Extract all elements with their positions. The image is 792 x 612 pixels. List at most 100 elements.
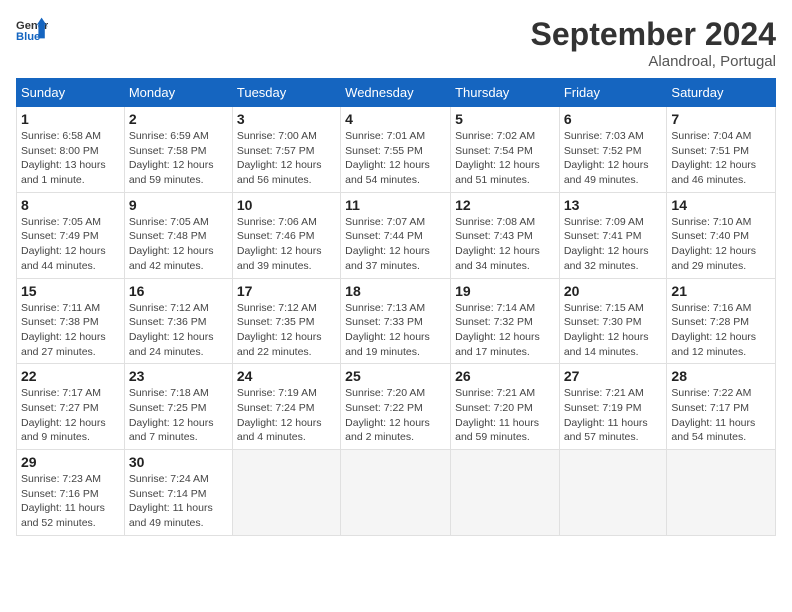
calendar-cell (667, 450, 776, 536)
day-info: Sunrise: 7:02 AM Sunset: 7:54 PM Dayligh… (455, 129, 555, 188)
calendar-cell: 21 Sunrise: 7:16 AM Sunset: 7:28 PM Dayl… (667, 278, 776, 364)
day-info: Sunrise: 7:03 AM Sunset: 7:52 PM Dayligh… (564, 129, 663, 188)
day-number: 6 (564, 111, 663, 127)
svg-text:Blue: Blue (16, 31, 40, 43)
calendar-cell: 5 Sunrise: 7:02 AM Sunset: 7:54 PM Dayli… (451, 107, 560, 193)
day-info: Sunrise: 7:00 AM Sunset: 7:57 PM Dayligh… (237, 129, 336, 188)
calendar-cell: 4 Sunrise: 7:01 AM Sunset: 7:55 PM Dayli… (341, 107, 451, 193)
day-number: 21 (671, 283, 771, 299)
day-info: Sunrise: 7:08 AM Sunset: 7:43 PM Dayligh… (455, 215, 555, 274)
day-number: 13 (564, 197, 663, 213)
col-thursday: Thursday (451, 79, 560, 107)
calendar-cell: 20 Sunrise: 7:15 AM Sunset: 7:30 PM Dayl… (559, 278, 667, 364)
calendar-week-row: 22 Sunrise: 7:17 AM Sunset: 7:27 PM Dayl… (17, 364, 776, 450)
day-info: Sunrise: 7:11 AM Sunset: 7:38 PM Dayligh… (21, 301, 120, 360)
day-info: Sunrise: 6:58 AM Sunset: 8:00 PM Dayligh… (21, 129, 120, 188)
calendar-cell (451, 450, 560, 536)
day-number: 30 (129, 454, 228, 470)
calendar-cell: 12 Sunrise: 7:08 AM Sunset: 7:43 PM Dayl… (451, 192, 560, 278)
day-info: Sunrise: 7:12 AM Sunset: 7:36 PM Dayligh… (129, 301, 228, 360)
day-info: Sunrise: 7:18 AM Sunset: 7:25 PM Dayligh… (129, 386, 228, 445)
calendar-cell: 14 Sunrise: 7:10 AM Sunset: 7:40 PM Dayl… (667, 192, 776, 278)
calendar-cell: 13 Sunrise: 7:09 AM Sunset: 7:41 PM Dayl… (559, 192, 667, 278)
calendar-cell: 19 Sunrise: 7:14 AM Sunset: 7:32 PM Dayl… (451, 278, 560, 364)
day-number: 29 (21, 454, 120, 470)
day-number: 27 (564, 368, 663, 384)
calendar-cell: 11 Sunrise: 7:07 AM Sunset: 7:44 PM Dayl… (341, 192, 451, 278)
calendar-cell: 22 Sunrise: 7:17 AM Sunset: 7:27 PM Dayl… (17, 364, 125, 450)
col-tuesday: Tuesday (232, 79, 340, 107)
calendar-cell: 29 Sunrise: 7:23 AM Sunset: 7:16 PM Dayl… (17, 450, 125, 536)
day-info: Sunrise: 7:12 AM Sunset: 7:35 PM Dayligh… (237, 301, 336, 360)
day-number: 19 (455, 283, 555, 299)
calendar-week-row: 29 Sunrise: 7:23 AM Sunset: 7:16 PM Dayl… (17, 450, 776, 536)
day-info: Sunrise: 7:17 AM Sunset: 7:27 PM Dayligh… (21, 386, 120, 445)
day-number: 2 (129, 111, 228, 127)
col-monday: Monday (124, 79, 232, 107)
calendar-cell: 26 Sunrise: 7:21 AM Sunset: 7:20 PM Dayl… (451, 364, 560, 450)
day-info: Sunrise: 7:14 AM Sunset: 7:32 PM Dayligh… (455, 301, 555, 360)
calendar-week-row: 15 Sunrise: 7:11 AM Sunset: 7:38 PM Dayl… (17, 278, 776, 364)
day-info: Sunrise: 7:15 AM Sunset: 7:30 PM Dayligh… (564, 301, 663, 360)
calendar-cell (232, 450, 340, 536)
calendar-cell: 1 Sunrise: 6:58 AM Sunset: 8:00 PM Dayli… (17, 107, 125, 193)
calendar-cell: 3 Sunrise: 7:00 AM Sunset: 7:57 PM Dayli… (232, 107, 340, 193)
day-info: Sunrise: 7:21 AM Sunset: 7:20 PM Dayligh… (455, 386, 555, 445)
day-number: 22 (21, 368, 120, 384)
day-info: Sunrise: 7:16 AM Sunset: 7:28 PM Dayligh… (671, 301, 771, 360)
day-number: 5 (455, 111, 555, 127)
day-number: 25 (345, 368, 446, 384)
day-number: 7 (671, 111, 771, 127)
page-header: General Blue September 2024 Alandroal, P… (16, 16, 776, 70)
day-number: 16 (129, 283, 228, 299)
day-info: Sunrise: 7:04 AM Sunset: 7:51 PM Dayligh… (671, 129, 771, 188)
day-number: 9 (129, 197, 228, 213)
day-info: Sunrise: 7:06 AM Sunset: 7:46 PM Dayligh… (237, 215, 336, 274)
day-info: Sunrise: 7:19 AM Sunset: 7:24 PM Dayligh… (237, 386, 336, 445)
calendar-cell: 27 Sunrise: 7:21 AM Sunset: 7:19 PM Dayl… (559, 364, 667, 450)
calendar-cell: 17 Sunrise: 7:12 AM Sunset: 7:35 PM Dayl… (232, 278, 340, 364)
calendar-cell (559, 450, 667, 536)
day-info: Sunrise: 7:23 AM Sunset: 7:16 PM Dayligh… (21, 472, 120, 531)
title-section: September 2024 Alandroal, Portugal (531, 16, 776, 70)
day-number: 18 (345, 283, 446, 299)
day-info: Sunrise: 7:05 AM Sunset: 7:48 PM Dayligh… (129, 215, 228, 274)
day-info: Sunrise: 7:05 AM Sunset: 7:49 PM Dayligh… (21, 215, 120, 274)
day-number: 3 (237, 111, 336, 127)
calendar-cell: 16 Sunrise: 7:12 AM Sunset: 7:36 PM Dayl… (124, 278, 232, 364)
day-info: Sunrise: 7:13 AM Sunset: 7:33 PM Dayligh… (345, 301, 446, 360)
day-number: 1 (21, 111, 120, 127)
month-title: September 2024 (531, 16, 776, 53)
calendar-week-row: 1 Sunrise: 6:58 AM Sunset: 8:00 PM Dayli… (17, 107, 776, 193)
day-number: 11 (345, 197, 446, 213)
col-friday: Friday (559, 79, 667, 107)
calendar-cell: 30 Sunrise: 7:24 AM Sunset: 7:14 PM Dayl… (124, 450, 232, 536)
day-info: Sunrise: 7:10 AM Sunset: 7:40 PM Dayligh… (671, 215, 771, 274)
day-info: Sunrise: 7:07 AM Sunset: 7:44 PM Dayligh… (345, 215, 446, 274)
day-info: Sunrise: 7:21 AM Sunset: 7:19 PM Dayligh… (564, 386, 663, 445)
day-number: 24 (237, 368, 336, 384)
day-number: 20 (564, 283, 663, 299)
day-number: 28 (671, 368, 771, 384)
day-number: 17 (237, 283, 336, 299)
calendar-cell (341, 450, 451, 536)
day-info: Sunrise: 6:59 AM Sunset: 7:58 PM Dayligh… (129, 129, 228, 188)
day-number: 14 (671, 197, 771, 213)
day-info: Sunrise: 7:24 AM Sunset: 7:14 PM Dayligh… (129, 472, 228, 531)
day-number: 26 (455, 368, 555, 384)
col-saturday: Saturday (667, 79, 776, 107)
day-number: 4 (345, 111, 446, 127)
location: Alandroal, Portugal (531, 53, 776, 70)
calendar-cell: 10 Sunrise: 7:06 AM Sunset: 7:46 PM Dayl… (232, 192, 340, 278)
day-info: Sunrise: 7:01 AM Sunset: 7:55 PM Dayligh… (345, 129, 446, 188)
logo-icon: General Blue (16, 16, 48, 44)
day-number: 8 (21, 197, 120, 213)
day-info: Sunrise: 7:09 AM Sunset: 7:41 PM Dayligh… (564, 215, 663, 274)
day-info: Sunrise: 7:22 AM Sunset: 7:17 PM Dayligh… (671, 386, 771, 445)
calendar-cell: 8 Sunrise: 7:05 AM Sunset: 7:49 PM Dayli… (17, 192, 125, 278)
calendar-table: Sunday Monday Tuesday Wednesday Thursday… (16, 78, 776, 536)
calendar-cell: 15 Sunrise: 7:11 AM Sunset: 7:38 PM Dayl… (17, 278, 125, 364)
calendar-cell: 9 Sunrise: 7:05 AM Sunset: 7:48 PM Dayli… (124, 192, 232, 278)
day-info: Sunrise: 7:20 AM Sunset: 7:22 PM Dayligh… (345, 386, 446, 445)
day-number: 23 (129, 368, 228, 384)
